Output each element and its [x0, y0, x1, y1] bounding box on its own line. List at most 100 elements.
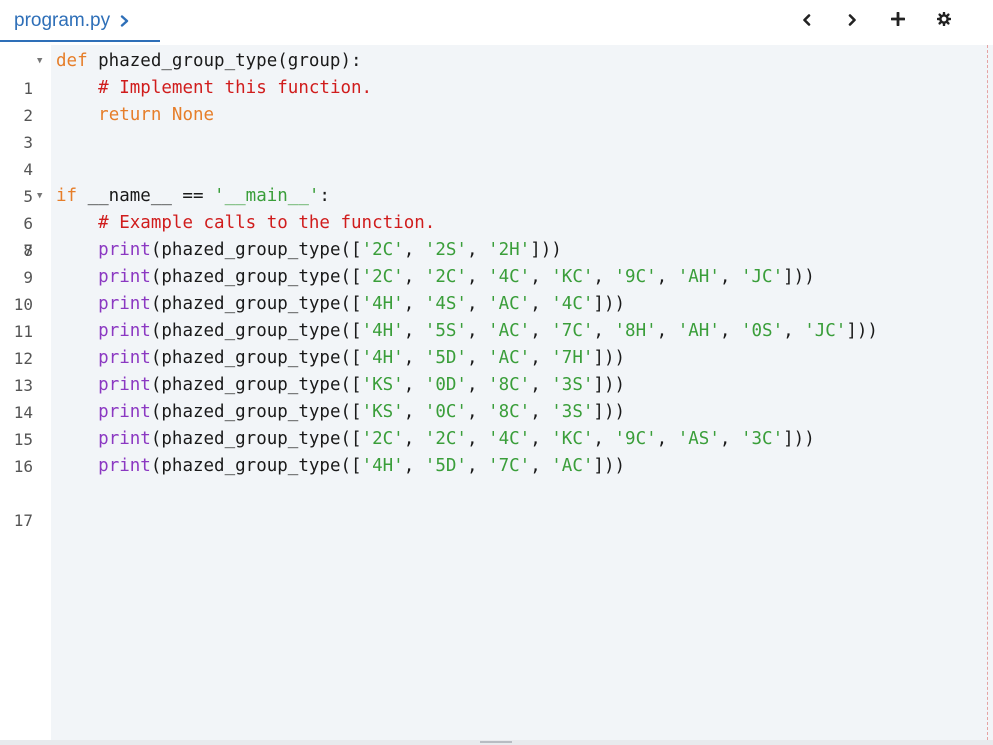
code-text: print(phazed_group_type(['4H', '5D', 'AC… [98, 348, 626, 368]
code-token: (phazed_group_type([ [150, 321, 362, 341]
code-text: print(phazed_group_type(['2C', '2C', '4C… [98, 267, 815, 287]
code-token: (phazed_group_type([ [150, 348, 362, 368]
string-token: '8C' [488, 402, 531, 422]
code-token: ])) [593, 348, 626, 368]
builtin-token: print [98, 375, 151, 395]
code-text: if __name__ == '__main__': [56, 183, 330, 210]
line-number: 14 [13, 403, 33, 422]
next-button[interactable] [838, 0, 866, 40]
add-file-button[interactable] [884, 0, 912, 40]
builtin-token: print [98, 321, 151, 341]
builtin-token: print [98, 294, 151, 314]
builtin-token: print [98, 456, 151, 476]
string-token: '5D' [424, 348, 467, 368]
line-number: 10 [13, 295, 33, 314]
string-token: 'AH' [677, 321, 720, 341]
builtin-token: print [98, 240, 151, 260]
string-token: '4H' [361, 294, 404, 314]
string-token: '__main__' [214, 186, 320, 206]
string-token: '5D' [424, 456, 467, 476]
code-line: 10 print(phazed_group_type(['4H', '4S', … [0, 291, 993, 318]
string-token: '4C' [488, 429, 531, 449]
code-text: # Implement this function. [56, 75, 372, 102]
string-token: '4S' [424, 294, 467, 314]
string-token: '5S' [424, 321, 467, 341]
string-token: '2S' [424, 240, 467, 260]
string-token: '8C' [488, 375, 531, 395]
builtin-token: print [98, 348, 151, 368]
string-token: '4H' [361, 348, 404, 368]
fold-toggle-icon[interactable]: ▼ [37, 183, 42, 210]
code-token: (phazed_group_type([ [150, 429, 362, 449]
string-token: '2H' [488, 240, 531, 260]
string-token: '2C' [361, 240, 404, 260]
code-line: 2 # Implement this function. [0, 75, 993, 125]
keyword-token: if [56, 186, 78, 206]
line-number: 13 [13, 376, 33, 395]
code-token: ])) [846, 321, 878, 341]
line-number: 9 [23, 268, 33, 287]
line-number: 11 [13, 322, 33, 341]
string-token: 'AH' [677, 267, 720, 287]
code-text: print(phazed_group_type(['KS', '0C', '8C… [98, 402, 626, 422]
code-token: ])) [593, 375, 626, 395]
code-token: (phazed_group_type([ [150, 294, 362, 314]
code-text: print(phazed_group_type(['4H', '5D', '7C… [98, 456, 626, 476]
code-token: (phazed_group_type([ [150, 267, 362, 287]
string-token: 'AC' [488, 294, 531, 314]
string-token: 'KC' [551, 429, 594, 449]
string-token: '4C' [551, 294, 594, 314]
editor-header: program.py [0, 0, 993, 45]
string-token: '0S' [740, 321, 784, 341]
line-number: 15 [13, 430, 33, 449]
code-token: (phazed_group_type([ [150, 240, 362, 260]
code-token: ])) [593, 294, 626, 314]
chevron-right-icon [120, 15, 129, 27]
code-line: 4 [0, 129, 993, 179]
code-editor[interactable]: 1 ▼ def phazed_group_type(group): 2 # Im… [0, 45, 993, 740]
code-line: 17 [0, 480, 993, 530]
string-token: '9C' [614, 429, 657, 449]
code-text: def phazed_group_type(group): [56, 48, 362, 75]
plus-icon [890, 11, 906, 30]
string-token: '4H' [361, 321, 404, 341]
line-number: 8 [23, 241, 33, 260]
string-token: 'KS' [361, 375, 404, 395]
code-token: ])) [593, 456, 626, 476]
string-token: 'KS' [361, 402, 404, 422]
code-token: phazed_group_type(group): [87, 51, 362, 71]
keyword-token: def [56, 51, 88, 71]
code-token: ])) [593, 402, 626, 422]
string-token: '2C' [361, 267, 404, 287]
code-line: 8 print(phazed_group_type(['2C', '2S', '… [0, 237, 993, 264]
string-token: 'JC' [740, 267, 784, 287]
code-line: 11 print(phazed_group_type(['4H', '5S', … [0, 318, 993, 345]
code-token: ])) [783, 267, 815, 287]
previous-button[interactable] [793, 0, 821, 40]
string-token: '2C' [424, 429, 467, 449]
fold-toggle-icon[interactable]: ▼ [37, 48, 42, 75]
code-text: print(phazed_group_type(['2C', '2C', '4C… [98, 429, 815, 449]
code-text: # Example calls to the function. [56, 210, 435, 237]
code-line: 13 print(phazed_group_type(['KS', '0D', … [0, 372, 993, 399]
chevron-right-icon [847, 11, 857, 30]
settings-button[interactable] [930, 0, 958, 40]
code-line: 9 print(phazed_group_type(['2C', '2C', '… [0, 264, 993, 291]
string-token: 'AC' [551, 456, 594, 476]
string-token: '9C' [614, 267, 657, 287]
resize-handle[interactable] [480, 741, 512, 743]
code-text: print(phazed_group_type(['4H', '5S', 'AC… [98, 321, 878, 341]
code-text: print(phazed_group_type(['KS', '0D', '8C… [98, 375, 626, 395]
string-token: '7H' [551, 348, 594, 368]
string-token: '0C' [424, 402, 467, 422]
string-token: 'AC' [488, 348, 531, 368]
code-token: (phazed_group_type([ [150, 375, 362, 395]
chevron-left-icon [802, 11, 812, 30]
gear-icon [936, 11, 952, 30]
file-tab[interactable]: program.py [0, 0, 160, 42]
comment-token: # Implement this function. [98, 78, 373, 98]
string-token: '7C' [551, 321, 594, 341]
